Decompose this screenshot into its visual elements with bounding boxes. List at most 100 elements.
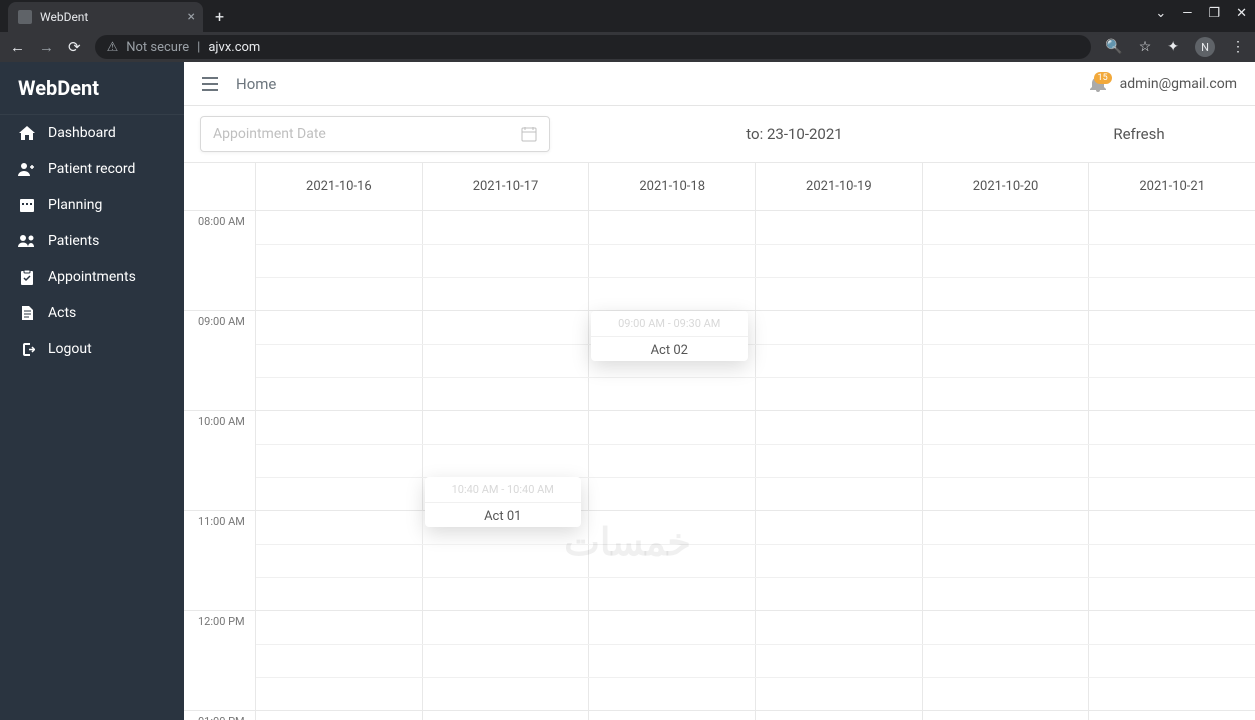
time-label: 12:00 PM [184,611,256,710]
calendar-cell[interactable] [1089,711,1255,720]
profile-avatar[interactable]: N [1195,37,1215,57]
chevron-down-icon[interactable]: ⌄ [1155,6,1166,21]
hour-row: 10:00 AM10:40 AM - 10:40 AMAct 01 [184,411,1255,511]
calendar-cell[interactable] [756,511,923,610]
sidebar-item-appointments[interactable]: Appointments [0,259,184,295]
event-time: 09:00 AM - 09:30 AM [591,311,748,336]
star-icon[interactable]: ☆ [1139,39,1152,55]
date-range-to-label: to: 23-10-2021 [562,125,1027,143]
calendar-cell[interactable] [756,611,923,710]
sidebar-item-planning[interactable]: Planning [0,187,184,223]
maximize-icon[interactable]: ❐ [1208,6,1220,21]
new-tab-button[interactable]: + [215,7,224,32]
hour-row: 01:00 PM [184,711,1255,720]
appointment-date-input[interactable]: Appointment Date [200,116,550,152]
calendar-cell[interactable] [256,611,423,710]
sidebar-item-label: Acts [48,305,76,321]
time-label: 01:00 PM [184,711,256,720]
sidebar-item-label: Patient record [48,161,135,177]
reload-button[interactable]: ⟳ [68,38,81,56]
browser-tab[interactable]: WebDent × [8,2,203,32]
forward-button[interactable]: → [39,38,54,56]
calendar-cell[interactable] [589,711,756,720]
calendar-cell[interactable] [756,711,923,720]
event-time: 10:40 AM - 10:40 AM [425,477,582,502]
calendar-cell[interactable] [1089,611,1255,710]
calendar-cell[interactable] [923,311,1090,410]
calendar-cell[interactable] [423,211,590,310]
file-icon [18,306,36,320]
time-label: 09:00 AM [184,311,256,410]
user-email[interactable]: admin@gmail.com [1120,76,1237,92]
calendar-cell[interactable] [923,511,1090,610]
logout-icon [18,343,36,356]
hamburger-icon[interactable] [202,77,218,91]
calendar-cell[interactable] [1089,511,1255,610]
users-icon [18,235,36,247]
calendar-cell[interactable] [756,411,923,510]
day-header: 2021-10-17 [423,163,590,210]
back-button[interactable]: ← [10,38,25,56]
calendar-cell[interactable] [423,311,590,410]
zoom-icon[interactable]: 🔍 [1105,39,1122,55]
sidebar-item-patients[interactable]: Patients [0,223,184,259]
date-placeholder: Appointment Date [213,126,326,142]
url-text: ajvx.com [208,40,260,55]
calendar-cell[interactable] [423,511,590,610]
calendar-cell[interactable] [1089,411,1255,510]
calendar-cell[interactable] [589,411,756,510]
calendar-cell[interactable] [589,611,756,710]
time-label: 10:00 AM [184,411,256,510]
breadcrumb-home[interactable]: Home [236,75,276,93]
calendar-cell[interactable] [256,711,423,720]
minimize-icon[interactable]: — [1182,6,1192,21]
topbar: Home 15 admin@gmail.com [184,62,1255,106]
tab-close-icon[interactable]: × [188,9,195,25]
day-header: 2021-10-16 [256,163,423,210]
sidebar-item-logout[interactable]: Logout [0,331,184,367]
sidebar-item-acts[interactable]: Acts [0,295,184,331]
not-secure-label: Not secure [126,40,189,55]
calendar-icon [521,126,537,142]
calendar-cell[interactable] [1089,211,1255,310]
calendar-cell[interactable] [256,311,423,410]
kebab-menu-icon[interactable]: ⋮ [1231,39,1245,55]
sidebar-item-label: Dashboard [48,125,116,141]
day-header: 2021-10-18 [589,163,756,210]
puzzle-icon[interactable]: ✦ [1167,39,1179,55]
notification-bell[interactable]: 15 [1090,76,1106,92]
calendar-cell[interactable] [923,611,1090,710]
calendar-cell[interactable] [923,211,1090,310]
calendar-cell[interactable] [423,711,590,720]
hour-row: 12:00 PM [184,611,1255,711]
calendar-cell[interactable] [589,211,756,310]
calendar-cell[interactable] [256,511,423,610]
clipboard-icon [18,270,36,285]
calendar-cell[interactable] [923,711,1090,720]
sidebar-item-label: Patients [48,233,99,249]
refresh-button[interactable]: Refresh [1039,125,1239,143]
calendar-cell[interactable] [589,511,756,610]
calendar-cell[interactable] [756,311,923,410]
calendar-cell[interactable] [923,411,1090,510]
calendar-cell[interactable] [256,211,423,310]
calendar-cell[interactable] [1089,311,1255,410]
time-label: 11:00 AM [184,511,256,610]
calendar-cell[interactable] [756,211,923,310]
calendar-cell[interactable] [423,611,590,710]
address-bar[interactable]: ⚠ Not secure | ajvx.com [95,35,1092,59]
sidebar: WebDent Dashboard Patient record Planning P… [0,62,184,720]
sidebar-item-patient-record[interactable]: Patient record [0,151,184,187]
event-title: Act 02 [591,336,748,361]
sidebar-item-label: Logout [48,341,92,357]
hour-row: 09:00 AM 09:00 AM - 09:30 AMAct 02 [184,311,1255,411]
sidebar-item-dashboard[interactable]: Dashboard [0,115,184,151]
calendar-cell[interactable] [256,411,423,510]
brand-title: WebDent [0,62,184,115]
home-icon [18,126,36,140]
day-header: 2021-10-20 [923,163,1090,210]
sidebar-item-label: Planning [48,197,102,213]
time-column-header [184,163,256,210]
close-window-icon[interactable]: ✕ [1236,6,1247,21]
calendar-event[interactable]: 09:00 AM - 09:30 AMAct 02 [591,311,748,361]
